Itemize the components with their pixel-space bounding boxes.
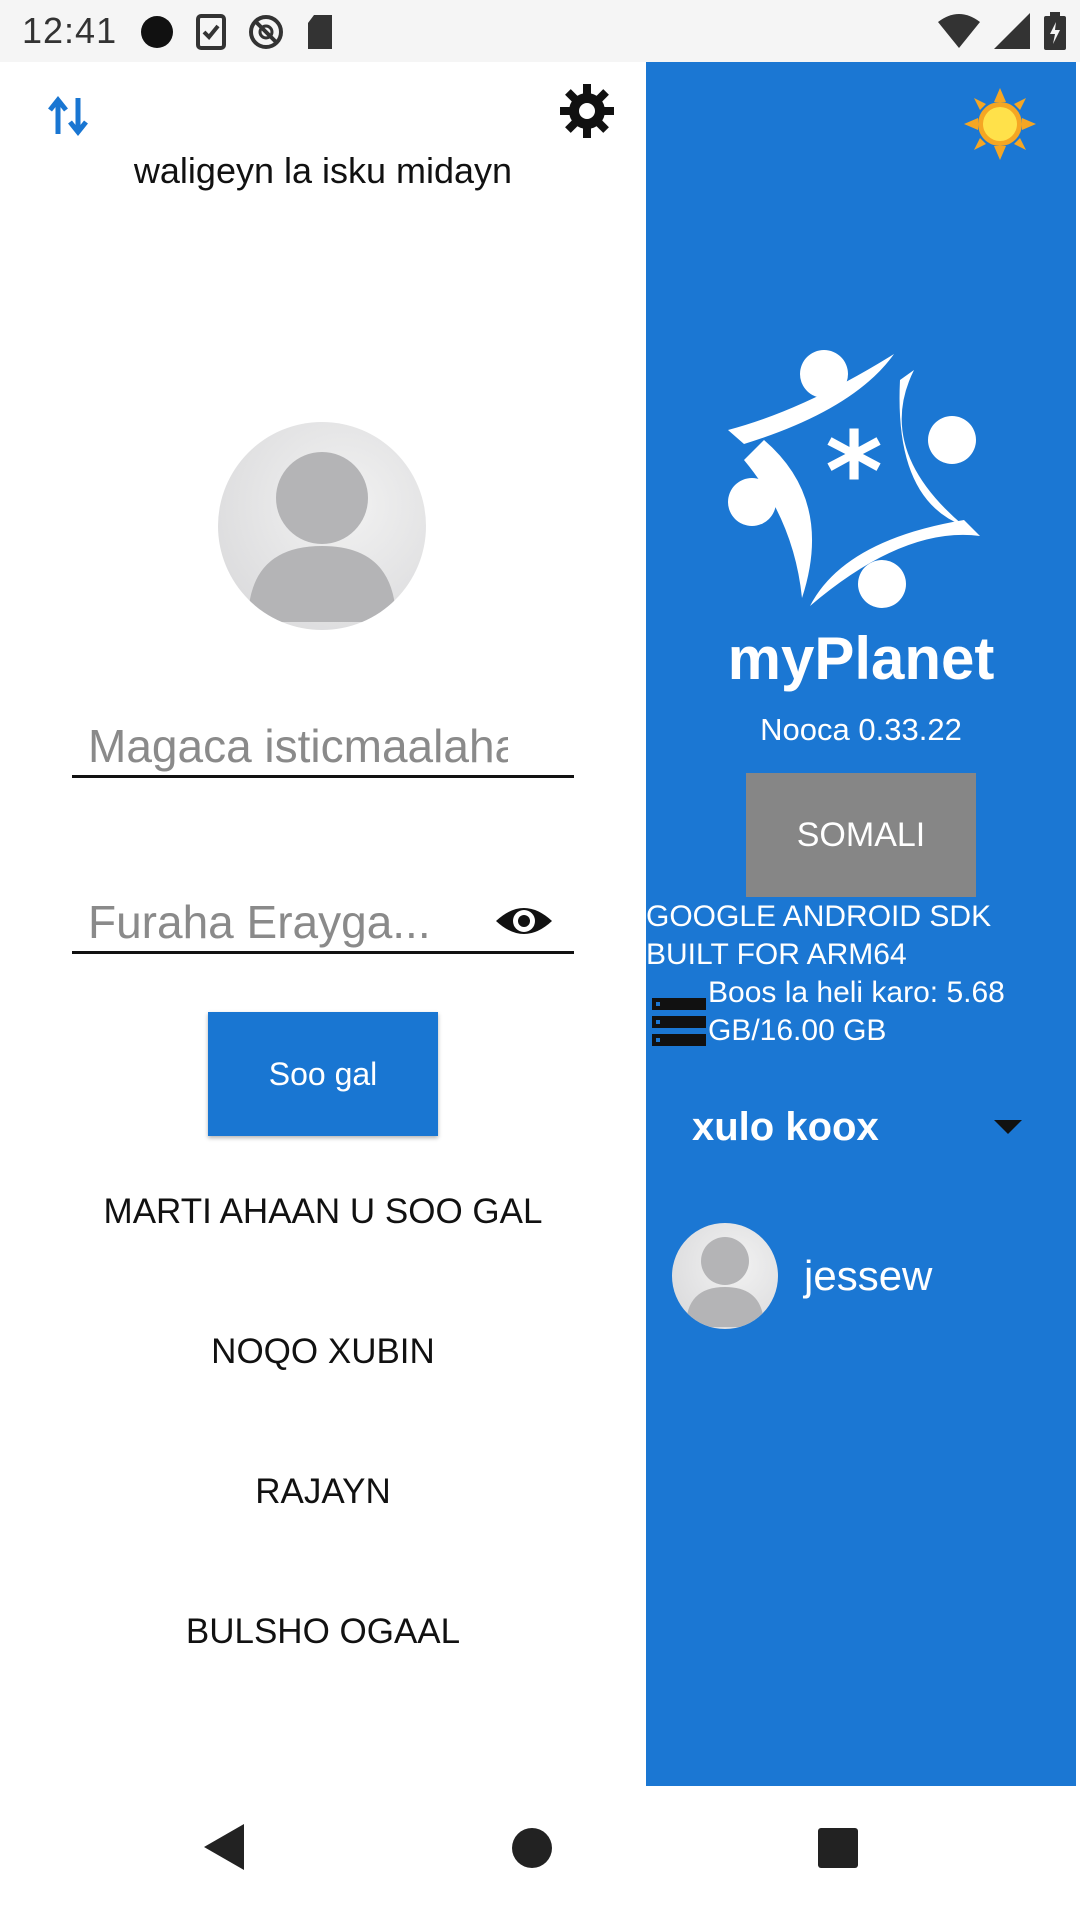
wifi-icon [938, 14, 980, 48]
recents-icon[interactable] [818, 1828, 858, 1868]
community-link[interactable]: BULSHO OGAAL [0, 1612, 646, 1652]
user-icon [686, 1237, 764, 1327]
info-panel: * myPlanet Nooca 0.33.22 SOMALI GOOGLE A… [646, 62, 1076, 1786]
status-right [938, 12, 1066, 50]
login-button[interactable]: Soo gal [208, 1012, 438, 1136]
task-icon [196, 14, 226, 50]
login-panel: waligeyn la isku midayn Soo gal MARTI AH… [0, 62, 646, 1786]
sun-icon[interactable] [964, 88, 1036, 160]
battery-icon [1044, 12, 1066, 50]
storage-icon [652, 998, 706, 1046]
user-list-item[interactable]: jessew [672, 1222, 1072, 1330]
become-member-link[interactable]: NOQO XUBIN [0, 1332, 646, 1372]
username-field[interactable] [72, 717, 574, 778]
password-input[interactable] [72, 893, 508, 951]
password-field[interactable] [72, 893, 574, 954]
team-selector[interactable]: xulo koox [692, 1092, 1032, 1162]
gear-icon[interactable] [558, 82, 616, 140]
avatar [672, 1223, 778, 1329]
chevron-down-icon [994, 1120, 1022, 1134]
feedback-link[interactable]: RAJAYN [0, 1472, 646, 1512]
user-name: jessew [804, 1252, 933, 1299]
sd-card-icon [308, 15, 332, 49]
home-icon[interactable] [512, 1828, 552, 1868]
svg-text:*: * [825, 408, 883, 536]
welcome-text: waligeyn la isku midayn [133, 150, 513, 191]
navigation-bar [0, 1786, 1080, 1920]
language-button[interactable]: SOMALI [746, 773, 976, 897]
status-time: 12:41 [22, 10, 118, 51]
guest-login-link[interactable]: MARTI AHAAN U SOO GAL [0, 1192, 646, 1232]
storage-info: Boos la heli karo: 5.68 GB/16.00 GB [708, 976, 1005, 1047]
username-input[interactable] [72, 717, 508, 775]
back-icon[interactable] [204, 1824, 244, 1870]
avatar [218, 422, 426, 630]
eye-icon[interactable] [494, 901, 554, 941]
status-icons [140, 12, 334, 52]
device-info: GOOGLE ANDROID SDK BUILT FOR ARM64 [646, 900, 992, 971]
app-name: myPlanet [727, 625, 995, 692]
myplanet-logo: * [728, 350, 980, 608]
status-bar: 12:41 [0, 0, 1080, 62]
vpn-icon [249, 15, 283, 49]
signal-icon [994, 13, 1030, 49]
version-text: Nooca 0.33.22 [760, 712, 962, 747]
sync-icon[interactable] [44, 92, 92, 140]
team-select-label: xulo koox [692, 1104, 879, 1149]
user-icon [248, 452, 396, 622]
circle-icon [141, 16, 173, 48]
